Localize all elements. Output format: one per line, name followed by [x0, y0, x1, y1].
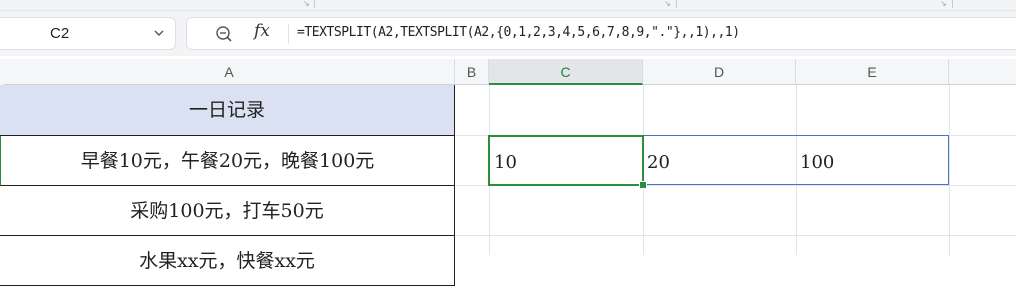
cell-c2[interactable]: 10 — [494, 152, 517, 173]
chevron-down-icon[interactable] — [152, 26, 166, 40]
fill-handle[interactable] — [639, 181, 647, 189]
ribbon-divider — [952, 0, 953, 8]
column-header-b[interactable]: B — [455, 59, 489, 85]
column-header-a[interactable]: A — [4, 59, 455, 85]
column-header-d[interactable]: D — [643, 59, 796, 85]
group-launcher-icon[interactable]: ↘ — [664, 0, 671, 8]
cell-a1[interactable]: 一日记录 — [0, 85, 455, 136]
cell-a2[interactable]: 早餐10元，午餐20元，晚餐100元 — [0, 136, 455, 186]
group-launcher-icon[interactable]: ↘ — [303, 0, 310, 8]
gridline — [455, 235, 1016, 236]
ribbon-bottom-strip: ↘ ↘ ↘ — [0, 0, 1016, 11]
ribbon-divider — [676, 0, 677, 8]
formula-row: C2 fx =TEXTSPLIT(A2,TEXTSPLIT(A2,{0,1,2,… — [0, 11, 1016, 56]
formula-divider — [288, 24, 289, 44]
cell-e2[interactable]: 100 — [800, 152, 834, 173]
cell-reference[interactable]: C2 — [50, 25, 69, 42]
column-header-next[interactable] — [949, 59, 1016, 85]
group-launcher-icon[interactable]: ↘ — [940, 0, 947, 8]
formula-bar[interactable]: fx =TEXTSPLIT(A2,TEXTSPLIT(A2,{0,1,2,3,4… — [186, 17, 1016, 50]
cell-a3[interactable]: 采购100元，打车50元 — [0, 186, 455, 236]
column-header-e[interactable]: E — [796, 59, 949, 85]
name-box[interactable]: C2 — [0, 17, 176, 50]
column-header-c[interactable]: C — [489, 59, 643, 85]
gridline — [949, 85, 950, 255]
cell-d2[interactable]: 20 — [647, 152, 670, 173]
ribbon-divider — [314, 0, 315, 8]
cell-a4[interactable]: 水果xx元，快餐xx元 — [0, 236, 455, 286]
zoom-icon[interactable] — [215, 25, 233, 43]
formula-text[interactable]: =TEXTSPLIT(A2,TEXTSPLIT(A2,{0,1,2,3,4,5,… — [297, 25, 740, 40]
fx-icon[interactable]: fx — [254, 21, 270, 41]
